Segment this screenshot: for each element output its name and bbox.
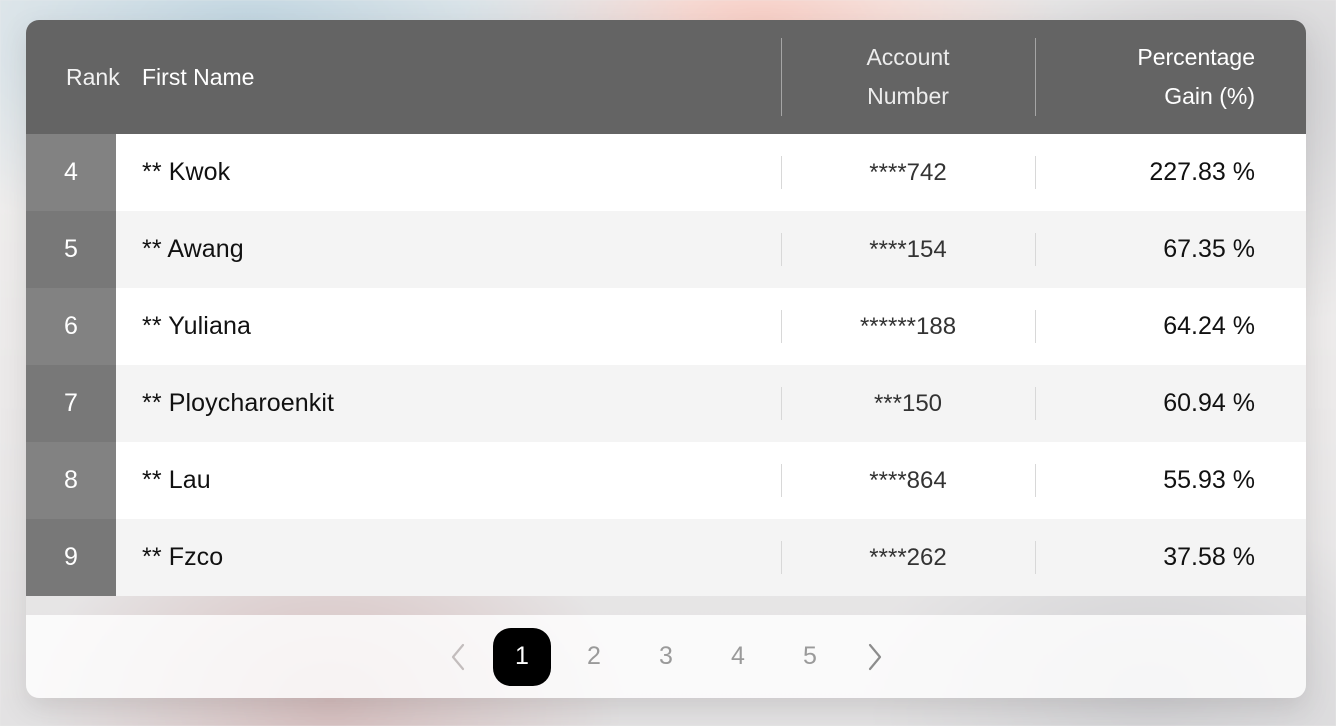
pagination: 12345 — [26, 615, 1306, 698]
cell-rank: 9 — [26, 519, 116, 596]
table-row[interactable]: 6 ** Yuliana ******188 64.24 % — [26, 288, 1306, 365]
table-row[interactable]: 5 ** Awang ****154 67.35 % — [26, 211, 1306, 288]
cell-percentage-gain: 227.83 % — [1035, 134, 1306, 211]
leaderboard-table: Rank First Name Account Number Percentag… — [26, 20, 1306, 596]
cell-first-name: ** Awang — [142, 235, 244, 263]
page-button[interactable]: 2 — [565, 628, 623, 686]
page-button[interactable]: 3 — [637, 628, 695, 686]
table-row[interactable]: 8 ** Lau ****864 55.93 % — [26, 442, 1306, 519]
cell-account-number: ******188 — [781, 288, 1035, 365]
column-header-percentage-gain-line1: Percentage — [1137, 44, 1255, 70]
table-header: Rank First Name Account Number Percentag… — [26, 20, 1306, 134]
table-row[interactable]: 7 ** Ploycharoenkit ***150 60.94 % — [26, 365, 1306, 442]
page-button[interactable]: 5 — [781, 628, 839, 686]
cell-account-number: ****742 — [781, 134, 1035, 211]
cell-rank: 5 — [26, 211, 116, 288]
page-button[interactable]: 4 — [709, 628, 767, 686]
column-header-first-name-label: First Name — [142, 63, 255, 90]
cell-first-name: ** Fzco — [142, 543, 224, 571]
page-button[interactable]: 1 — [493, 627, 551, 686]
chevron-left-icon[interactable] — [436, 635, 480, 679]
column-header-percentage-gain-line2: Gain (%) — [1164, 83, 1255, 109]
cell-first-name: ** Yuliana — [142, 312, 251, 340]
cell-percentage-gain: 55.93 % — [1035, 442, 1306, 519]
column-header-first-name[interactable]: First Name — [116, 20, 781, 134]
page-number-list: 12345 — [486, 627, 846, 686]
table-row[interactable]: 9 ** Fzco ****262 37.58 % — [26, 519, 1306, 596]
column-header-rank[interactable]: Rank — [26, 20, 120, 134]
cell-rank: 4 — [26, 134, 116, 211]
column-header-account-number-line1: Account — [866, 44, 950, 70]
cell-rank: 7 — [26, 365, 116, 442]
table-body: 4 ** Kwok ****742 227.83 % 5 ** Awang ****154 6… — [26, 134, 1306, 596]
cell-percentage-gain: 67.35 % — [1035, 211, 1306, 288]
cell-first-name: ** Ploycharoenkit — [142, 389, 335, 417]
column-header-account-number-line2: Number — [867, 83, 949, 109]
cell-first-name: ** Kwok — [142, 158, 231, 186]
cell-rank: 8 — [26, 442, 116, 519]
column-header-account-number[interactable]: Account Number — [781, 20, 1035, 134]
chevron-right-icon[interactable] — [852, 635, 896, 679]
cell-account-number: ****262 — [781, 519, 1035, 596]
column-header-percentage-gain[interactable]: Percentage Gain (%) — [1035, 20, 1306, 134]
table-row[interactable]: 4 ** Kwok ****742 227.83 % — [26, 134, 1306, 211]
cell-first-name: ** Lau — [142, 466, 211, 494]
cell-percentage-gain: 60.94 % — [1035, 365, 1306, 442]
cell-percentage-gain: 37.58 % — [1035, 519, 1306, 596]
cell-account-number: ***150 — [781, 365, 1035, 442]
cell-account-number: ****864 — [781, 442, 1035, 519]
table-header-row: Rank First Name Account Number Percentag… — [26, 20, 1306, 134]
cell-percentage-gain: 64.24 % — [1035, 288, 1306, 365]
leaderboard-card: Rank First Name Account Number Percentag… — [26, 20, 1306, 698]
cell-rank: 6 — [26, 288, 116, 365]
column-header-rank-label: Rank — [66, 63, 120, 90]
cell-account-number: ****154 — [781, 211, 1035, 288]
